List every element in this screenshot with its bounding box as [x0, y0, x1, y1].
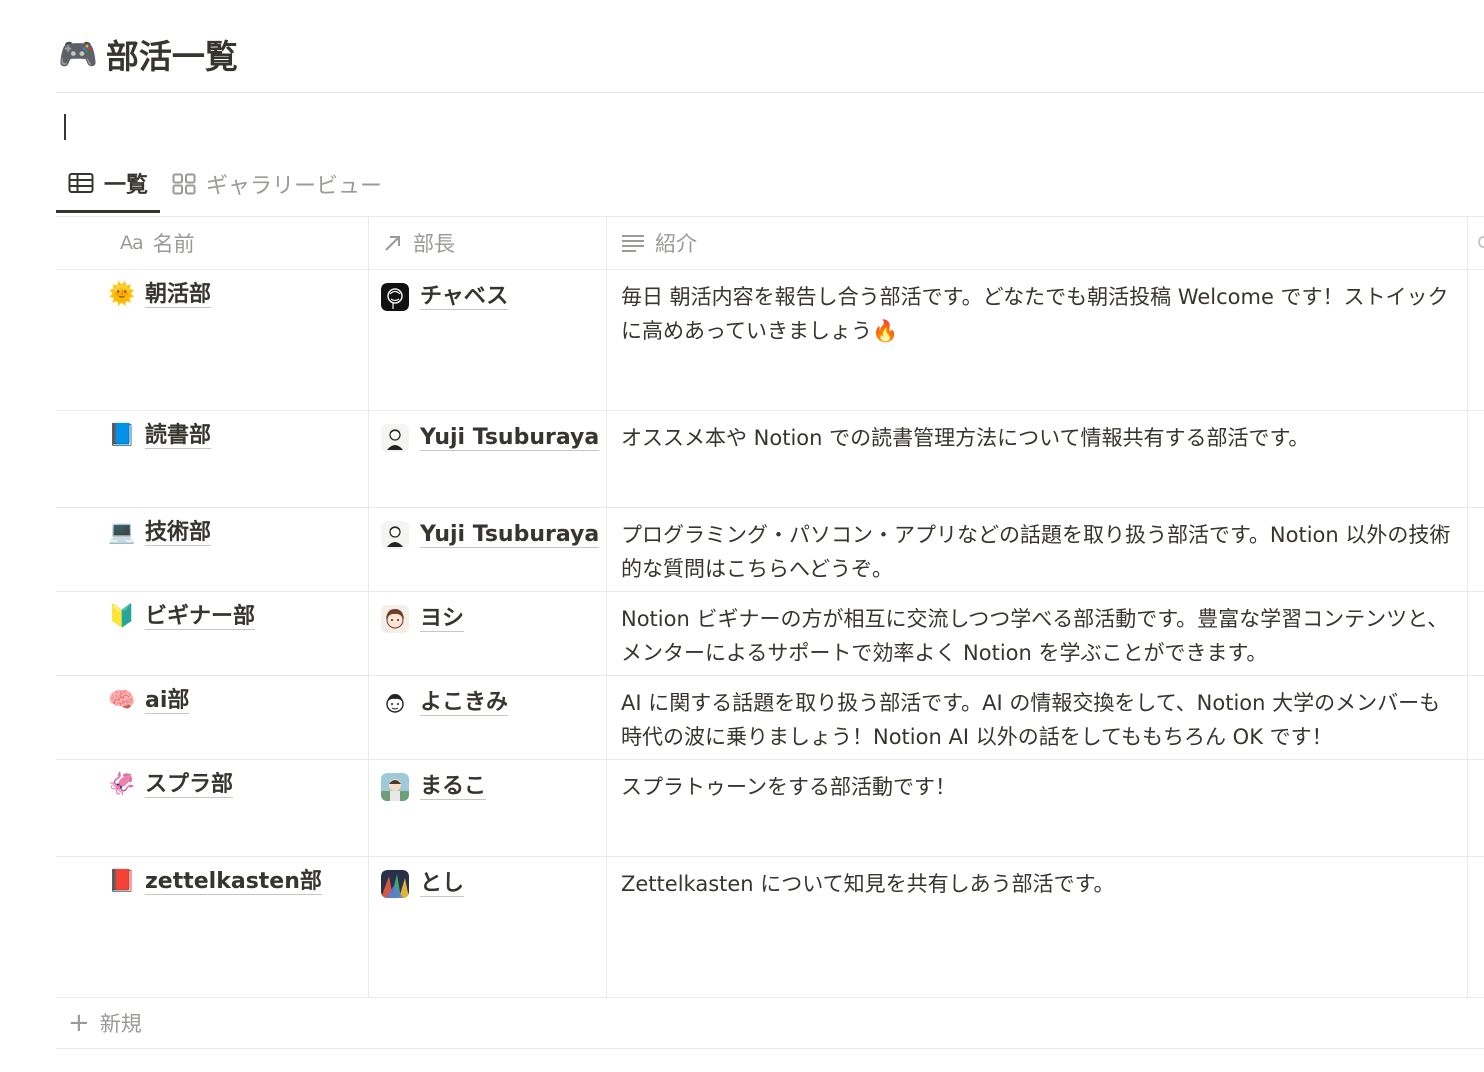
relation-arrow-icon: [385, 235, 400, 251]
table-row[interactable]: 🔰 ビギナー部 ヨシ Notion ビギナーの方が相互に交流しつつ学べる部活動で…: [56, 592, 1484, 676]
laptop-icon: 💻: [108, 520, 136, 546]
leader-name[interactable]: チャベス: [420, 284, 509, 311]
intro-text: Zettelkasten について知見を共有しあう部活です。: [621, 872, 1115, 896]
leader-name[interactable]: まるこ: [420, 774, 487, 801]
intro-cell[interactable]: オススメ本や Notion での読書管理方法について情報共有する部活です。: [606, 411, 1467, 507]
table-row[interactable]: 🦑 スプラ部 まるこ スプラトゥーンをする部活動です！: [56, 760, 1484, 857]
brain-icon: 🧠: [108, 688, 136, 714]
table-row[interactable]: 📕 zettelkasten部 とし Zettelkasten について知見を共…: [56, 857, 1484, 998]
intro-text: プログラミング・パソコン・アプリなどの話題を取り扱う部活です。Notion 以外…: [621, 523, 1451, 581]
leader-cell[interactable]: よこきみ: [368, 676, 606, 759]
intro-cell[interactable]: プログラミング・パソコン・アプリなどの話題を取り扱う部活です。Notion 以外…: [606, 508, 1467, 591]
table-row[interactable]: 🌞 朝活部 チャベス 毎日 朝活内容を報告し合う部活です。どなたでも朝活投稿 W…: [56, 270, 1484, 411]
intro-text: AI に関する話題を取り扱う部活です。AI の情報交換をして、Notion 大学…: [621, 691, 1441, 749]
club-name[interactable]: ビギナー部: [145, 604, 256, 631]
column-header-leader[interactable]: 部長: [368, 216, 606, 269]
intro-cell[interactable]: AI に関する話題を取り扱う部活です。AI の情報交換をして、Notion 大学…: [606, 676, 1467, 759]
leader-name[interactable]: とし: [420, 871, 465, 898]
tab-list-label: 一覧: [104, 172, 149, 198]
leader-name[interactable]: Yuji Tsuburaya: [420, 522, 600, 549]
table-row[interactable]: 🧠 ai部 よこきみ AI に関する話題を取り扱う部活です。AI の情報交換をし…: [56, 676, 1484, 760]
page-title: 🎮 部活一覧: [58, 30, 238, 78]
extra-cell[interactable]: [1467, 592, 1484, 675]
table-row[interactable]: 📘 読書部 Yuji Tsuburaya オススメ本や Notion での読書管…: [56, 411, 1484, 508]
intro-cell[interactable]: 毎日 朝活内容を報告し合う部活です。どなたでも朝活投稿 Welcome です！ス…: [606, 270, 1467, 410]
club-name[interactable]: 朝活部: [145, 282, 212, 309]
name-cell[interactable]: 📕 zettelkasten部: [56, 857, 368, 997]
new-row-button[interactable]: + 新規: [56, 997, 1484, 1049]
add-property-icon[interactable]: [1478, 236, 1484, 248]
club-name[interactable]: 技術部: [145, 520, 212, 547]
club-name[interactable]: 読書部: [145, 423, 212, 450]
avatar-yuji: [381, 521, 409, 549]
lines-icon: [622, 234, 644, 252]
intro-cell[interactable]: スプラトゥーンをする部活動です！: [606, 760, 1467, 856]
tab-gallery[interactable]: ギャラリービュー: [160, 162, 394, 206]
leader-name[interactable]: Yuji Tsuburaya: [420, 425, 600, 452]
plus-icon: +: [68, 1007, 90, 1038]
tab-gallery-label: ギャラリービュー: [206, 174, 383, 199]
leader-cell[interactable]: とし: [368, 857, 606, 997]
leader-cell[interactable]: チャベス: [368, 270, 606, 410]
column-header-leader-label: 部長: [413, 231, 455, 256]
avatar-toshi: [381, 870, 409, 898]
gallery-icon: [172, 173, 196, 195]
leader-name[interactable]: よこきみ: [420, 690, 509, 717]
club-name[interactable]: ai部: [145, 688, 190, 715]
column-header-intro-label: 紹介: [655, 231, 697, 256]
page-title-text[interactable]: 部活一覧: [106, 30, 238, 78]
extra-cell[interactable]: [1467, 508, 1484, 591]
view-tabs: 一覧 ギャラリービュー: [56, 162, 394, 216]
leader-cell[interactable]: ヨシ: [368, 592, 606, 675]
intro-text: オススメ本や Notion での読書管理方法について情報共有する部活です。: [621, 426, 1310, 450]
leader-cell[interactable]: Yuji Tsuburaya: [368, 411, 606, 507]
leader-name[interactable]: ヨシ: [420, 606, 465, 633]
gamepad-icon[interactable]: 🎮: [58, 38, 98, 70]
name-cell[interactable]: 📘 読書部: [56, 411, 368, 507]
beginner-mark-icon: 🔰: [108, 604, 136, 630]
extra-cell[interactable]: [1467, 760, 1484, 856]
squid-icon: 🦑: [108, 772, 136, 798]
database-table: Aa 名前 部長 紹介 🌞 朝活部 チャベス 毎日 朝活内容を報告し合う部活です…: [56, 216, 1484, 998]
intro-cell[interactable]: Notion ビギナーの方が相互に交流しつつ学べる部活動です。豊富な学習コンテン…: [606, 592, 1467, 675]
leader-cell[interactable]: Yuji Tsuburaya: [368, 508, 606, 591]
column-header-name[interactable]: Aa 名前: [56, 216, 368, 269]
blue-book-icon: 📘: [108, 423, 136, 449]
avatar-yoshi: [381, 605, 409, 633]
table-header-row: Aa 名前 部長 紹介: [56, 216, 1484, 270]
intro-text: Notion ビギナーの方が相互に交流しつつ学べる部活動です。豊富な学習コンテン…: [621, 607, 1449, 665]
tab-list[interactable]: 一覧: [56, 162, 161, 213]
avatar-yokokimi: [381, 689, 409, 717]
red-book-icon: 📕: [108, 869, 136, 895]
name-cell[interactable]: 🔰 ビギナー部: [56, 592, 368, 675]
title-divider: [56, 92, 1484, 93]
extra-cell[interactable]: [1467, 270, 1484, 410]
leader-cell[interactable]: まるこ: [368, 760, 606, 856]
extra-cell[interactable]: [1467, 676, 1484, 759]
sun-icon: 🌞: [108, 282, 136, 308]
new-row-label: 新規: [99, 1011, 142, 1036]
intro-text: スプラトゥーンをする部活動です！: [621, 775, 956, 799]
name-cell[interactable]: 🦑 スプラ部: [56, 760, 368, 856]
column-header-intro[interactable]: 紹介: [606, 216, 1467, 269]
intro-text: 毎日 朝活内容を報告し合う部活です。どなたでも朝活投稿 Welcome です！ス…: [621, 285, 1449, 343]
club-name[interactable]: スプラ部: [145, 772, 234, 799]
name-cell[interactable]: 🧠 ai部: [56, 676, 368, 759]
column-header-name-label: 名前: [152, 231, 195, 256]
table-row[interactable]: 💻 技術部 Yuji Tsuburaya プログラミング・パソコン・アプリなどの…: [56, 508, 1484, 592]
name-cell[interactable]: 🌞 朝活部: [56, 270, 368, 410]
name-cell[interactable]: 💻 技術部: [56, 508, 368, 591]
club-name[interactable]: zettelkasten部: [145, 869, 322, 896]
text-caret[interactable]: [64, 114, 66, 140]
extra-cell[interactable]: [1467, 411, 1484, 507]
text-property-icon: Aa: [120, 231, 144, 254]
table-icon: [68, 172, 94, 193]
avatar-chavez: [381, 283, 409, 311]
extra-cell[interactable]: [1467, 857, 1484, 997]
avatar-yuji: [381, 424, 409, 452]
avatar-maruko: [381, 773, 409, 801]
intro-cell[interactable]: Zettelkasten について知見を共有しあう部活です。: [606, 857, 1467, 997]
